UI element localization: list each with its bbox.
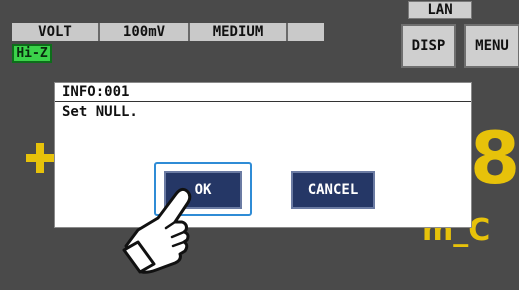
dialog-message: Set NULL.: [62, 104, 138, 120]
cancel-button[interactable]: CANCEL: [291, 171, 375, 209]
info-dialog: INFO:001 Set NULL.: [54, 82, 472, 228]
function-display[interactable]: VOLT: [12, 23, 100, 41]
dialog-title: INFO:001: [62, 84, 130, 100]
polarity-plus-sign: [26, 143, 54, 173]
measurement-digit: 8: [470, 116, 519, 200]
menu-button[interactable]: MENU: [464, 24, 519, 68]
lan-indicator: LAN: [408, 1, 472, 19]
speed-display[interactable]: MEDIUM: [190, 23, 288, 41]
instrument-screen: LAN VOLT 100mV MEDIUM Hi-Z DISP MENU 8 m…: [0, 0, 519, 290]
range-display[interactable]: 100mV: [100, 23, 190, 41]
pointing-hand-icon: [122, 187, 192, 274]
disp-button[interactable]: DISP: [401, 24, 456, 68]
hi-z-badge: Hi-Z: [12, 44, 52, 63]
measurement-settings-bar: VOLT 100mV MEDIUM: [12, 23, 324, 41]
dialog-divider: [55, 101, 471, 102]
